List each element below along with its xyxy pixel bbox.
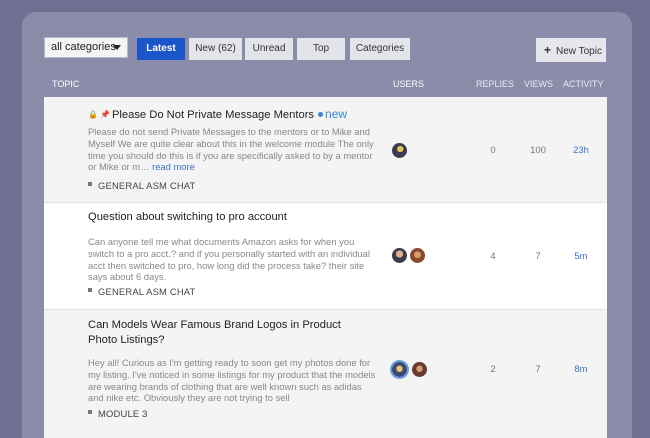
read-more-link[interactable]: read more <box>152 161 195 172</box>
topic-category[interactable]: MODULE 3 <box>88 408 148 419</box>
column-header-topic[interactable]: TOPIC <box>52 79 79 89</box>
topic-title-row[interactable]: 🔒 📌 Please Do Not Private Message Mentors n… <box>88 107 388 123</box>
lock-icon: 🔒 <box>88 110 98 119</box>
tab-latest[interactable]: Latest <box>137 38 185 60</box>
column-header-users: USERS <box>393 79 425 89</box>
avatar[interactable] <box>392 248 407 263</box>
topic-category[interactable]: GENERAL ASM CHAT <box>88 180 196 191</box>
topic-excerpt-text: Please do not send Private Messages to t… <box>88 126 374 173</box>
view-count: 100 <box>530 145 546 156</box>
avatar[interactable] <box>412 362 427 377</box>
topic-excerpt: Hey all! Curious as I'm getting ready to… <box>88 357 376 404</box>
topic-title[interactable]: Please Do Not Private Message Mentors <box>112 109 314 121</box>
new-badge-label: new <box>325 107 348 121</box>
pin-icon: 📌 <box>99 110 110 119</box>
avatar[interactable] <box>410 248 425 263</box>
category-dropdown-label: all categories <box>51 41 116 53</box>
topic-excerpt: Can anyone tell me what documents Amazon… <box>88 236 370 283</box>
reply-count: 4 <box>490 251 496 262</box>
column-header-replies[interactable]: REPLIES <box>476 79 514 89</box>
reply-count: 2 <box>490 364 496 375</box>
activity-time[interactable]: 8m <box>566 364 596 375</box>
avatar[interactable] <box>392 362 407 377</box>
new-dot-icon <box>318 112 324 118</box>
topic-list: 🔒 📌 Please Do Not Private Message Mentors n… <box>44 97 607 438</box>
topic-title[interactable]: Can Models Wear Famous Brand Logos in Pr… <box>88 318 368 348</box>
category-square-icon <box>88 182 92 186</box>
new-topic-button[interactable]: + New Topic <box>536 38 606 62</box>
topic-category-label: GENERAL ASM CHAT <box>98 180 196 191</box>
topic-row[interactable]: Can Models Wear Famous Brand Logos in Pr… <box>44 310 607 438</box>
tab-top[interactable]: Top <box>297 38 345 60</box>
column-header-activity[interactable]: ACTIVITY <box>563 79 604 89</box>
column-header-views[interactable]: VIEWS <box>524 79 553 89</box>
tab-new[interactable]: New (62) <box>189 38 242 60</box>
topic-category-label: GENERAL ASM CHAT <box>98 286 196 297</box>
new-badge[interactable]: new <box>318 107 347 121</box>
tab-unread[interactable]: Unread <box>245 38 293 60</box>
tab-categories[interactable]: Categories <box>350 38 410 60</box>
activity-time[interactable]: 23h <box>566 145 596 156</box>
topic-row[interactable]: Question about switching to pro account … <box>44 203 607 310</box>
topic-excerpt: Please do not send Private Messages to t… <box>88 126 376 173</box>
category-square-icon <box>88 410 92 414</box>
new-topic-label: New Topic <box>556 46 602 57</box>
caret-down-icon <box>113 45 121 50</box>
activity-time[interactable]: 5m <box>566 251 596 262</box>
plus-icon: + <box>544 43 552 57</box>
category-square-icon <box>88 288 92 292</box>
reply-count: 0 <box>490 145 496 156</box>
topic-title[interactable]: Question about switching to pro account <box>88 210 388 225</box>
topic-category-label: MODULE 3 <box>98 408 148 419</box>
topic-category[interactable]: GENERAL ASM CHAT <box>88 286 196 297</box>
category-dropdown[interactable]: all categories <box>44 37 128 58</box>
topic-row[interactable]: 🔒 📌 Please Do Not Private Message Mentors n… <box>44 97 607 203</box>
view-count: 7 <box>535 251 541 262</box>
view-count: 7 <box>535 364 541 375</box>
avatar[interactable] <box>392 143 407 158</box>
